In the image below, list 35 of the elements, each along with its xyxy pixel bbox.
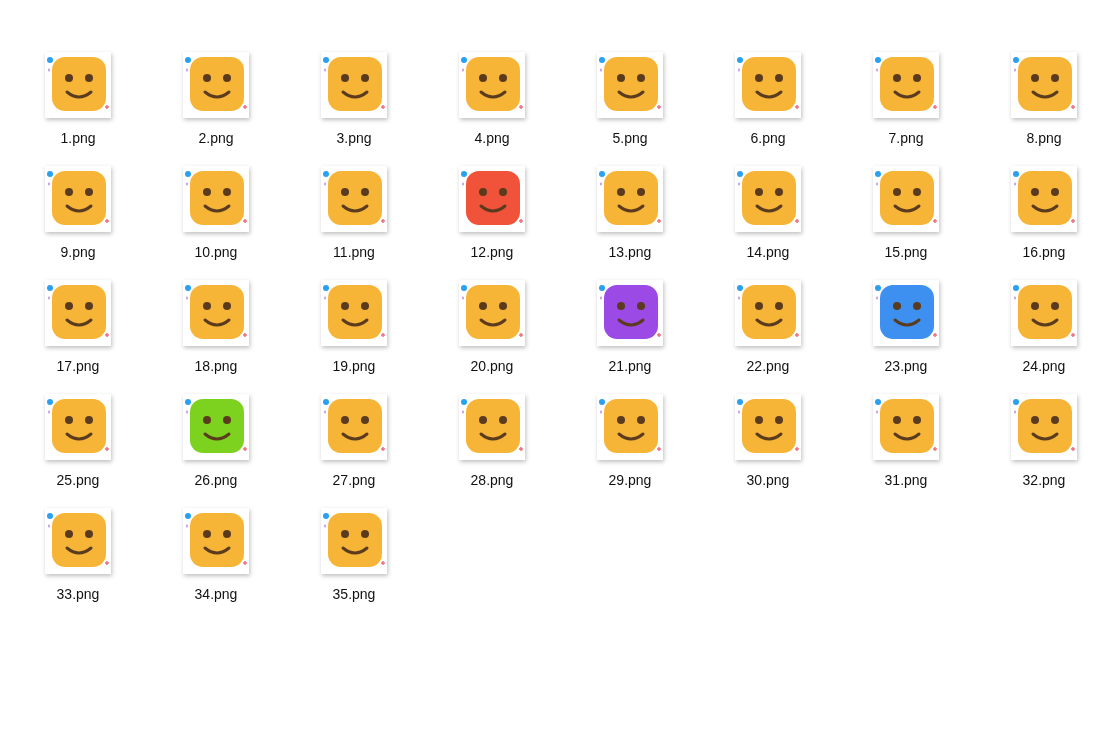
file-name[interactable]: 32.png [1022, 470, 1066, 490]
file-name[interactable]: 29.png [608, 470, 652, 490]
file-name[interactable]: 3.png [336, 128, 372, 148]
file-name[interactable]: 33.png [56, 584, 100, 604]
file-name[interactable]: 14.png [746, 242, 790, 262]
file-name[interactable]: 24.png [1022, 356, 1066, 376]
file-name[interactable]: 12.png [470, 242, 514, 262]
file-name[interactable]: 25.png [56, 470, 100, 490]
file-name[interactable]: 11.png [333, 242, 375, 262]
file-name[interactable]: 7.png [888, 128, 924, 148]
file-name[interactable]: 21.png [608, 356, 652, 376]
file-name[interactable]: 6.png [750, 128, 786, 148]
file-name[interactable]: 10.png [194, 242, 238, 262]
file-name[interactable]: 34.png [194, 584, 238, 604]
file-name[interactable]: 35.png [332, 584, 376, 604]
file-name[interactable]: 23.png [884, 356, 928, 376]
file-name[interactable]: 13.png [608, 242, 652, 262]
file-name[interactable]: 1.png [60, 128, 96, 148]
file-name[interactable]: 9.png [60, 242, 96, 262]
file-name[interactable]: 5.png [612, 128, 648, 148]
file-name[interactable]: 8.png [1026, 128, 1062, 148]
file-name[interactable]: 22.png [746, 356, 790, 376]
file-name[interactable]: 2.png [198, 128, 234, 148]
file-name[interactable]: 31.png [884, 470, 928, 490]
file-name[interactable]: 16.png [1022, 242, 1066, 262]
file-name[interactable]: 26.png [194, 470, 238, 490]
file-name[interactable]: 17.png [56, 356, 100, 376]
file-name[interactable]: 27.png [332, 470, 376, 490]
file-name[interactable]: 20.png [470, 356, 514, 376]
file-name[interactable]: 4.png [474, 128, 510, 148]
file-name[interactable]: 15.png [884, 242, 928, 262]
file-name[interactable]: 19.png [332, 356, 376, 376]
file-name[interactable]: 30.png [746, 470, 790, 490]
file-name[interactable]: 18.png [194, 356, 238, 376]
file-name[interactable]: 28.png [470, 470, 514, 490]
